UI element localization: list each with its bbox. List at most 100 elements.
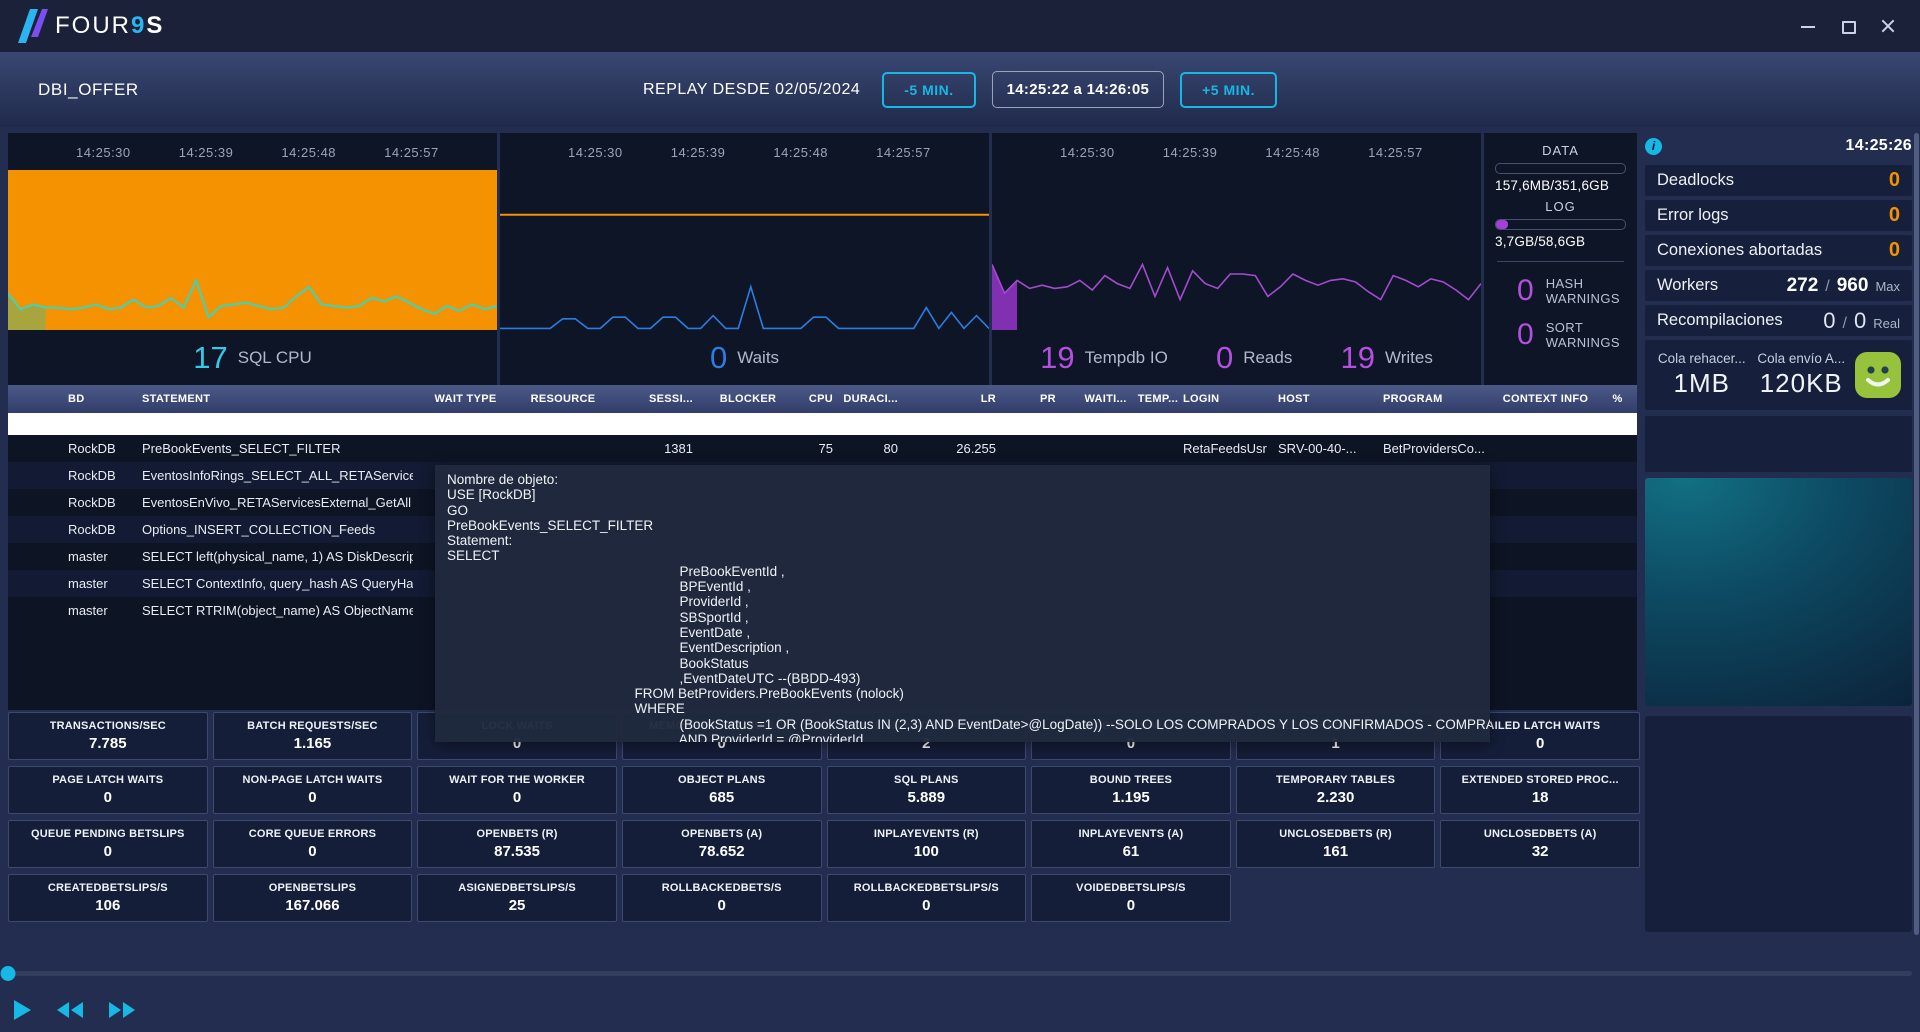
window-controls: [1800, 18, 1902, 34]
sql-cpu-label: SQL CPU: [238, 348, 312, 368]
metric-label: UNCLOSEDBETS (A): [1484, 828, 1597, 840]
column-header-waiti-[interactable]: WAITI...: [1078, 393, 1133, 405]
column-header--[interactable]: %: [1598, 393, 1637, 405]
column-header-lr[interactable]: LR: [918, 393, 1018, 405]
metric-tile: OPENBETS (R)87.535: [417, 820, 617, 868]
timeline-thumb[interactable]: [1, 966, 16, 981]
column-header-pr[interactable]: PR: [1018, 393, 1078, 405]
waits-caption: 0 Waits: [500, 330, 989, 385]
table-row[interactable]: RockDBPreBookEvents_SELECT_FILTER1381758…: [8, 435, 1637, 462]
metric-value: 100: [914, 843, 939, 860]
metric-value: 0: [718, 897, 726, 914]
column-header-duraci-[interactable]: DURACI...: [843, 393, 918, 405]
workers-current: 272: [1787, 275, 1819, 297]
column-header-context-info[interactable]: CONTEXT INFO: [1493, 393, 1598, 405]
sql-statement-tooltip: Nombre de objeto:USE [RockDB]GOPreBookEv…: [435, 465, 1490, 742]
current-time: 14:25:26: [1846, 137, 1912, 155]
metric-value: 7.785: [89, 735, 127, 752]
metric-label: ROLLBACKEDBETS/S: [662, 882, 782, 894]
hash-warnings-label: HASH WARNINGS: [1546, 276, 1626, 306]
replay-timeline[interactable]: [8, 966, 1912, 981]
maximize-icon[interactable]: [1840, 18, 1856, 34]
metric-value: 0: [922, 897, 930, 914]
cell: 75: [783, 441, 843, 456]
stat-row: Conexiones abortadas0: [1645, 235, 1912, 266]
metric-value: 25: [509, 897, 526, 914]
fast-forward-button[interactable]: [109, 1002, 135, 1018]
metric-label: CORE QUEUE ERRORS: [249, 828, 376, 840]
logo-four: FOUR: [55, 12, 131, 39]
workers-separator: /: [1825, 278, 1829, 296]
sql-text-line: PreBookEventId ,: [447, 564, 1490, 579]
plus-5-min-button[interactable]: +5 MIN.: [1180, 72, 1277, 108]
stat-label: Deadlocks: [1657, 171, 1734, 190]
send-queue: Cola envío A... 120KB: [1755, 351, 1849, 399]
recompiles-suffix: Real: [1873, 316, 1900, 331]
recompiles-values: 0 / 0 Real: [1823, 308, 1900, 334]
log-usage-value: 3,7GB/58,6GB: [1495, 234, 1626, 249]
hash-warnings: 0 HASH WARNINGS: [1495, 274, 1626, 308]
column-header-cpu[interactable]: CPU: [783, 393, 843, 405]
disks-panel: [1645, 716, 1912, 932]
selected-row[interactable]: [8, 413, 1637, 435]
metric-label: OPENBETS (R): [476, 828, 557, 840]
stat-value: 0: [1889, 204, 1900, 227]
time-tick: 14:25:39: [671, 145, 726, 160]
info-icon[interactable]: i: [1645, 138, 1662, 155]
time-range-button[interactable]: 14:25:22 a 14:26:05: [992, 71, 1164, 108]
replay-toolbar: DBI_OFFER REPLAY DESDE 02/05/2024 -5 MIN…: [0, 52, 1920, 127]
sql-text-line: BookStatus: [447, 656, 1490, 671]
reads-value: 0: [1216, 340, 1233, 376]
data-usage-value: 157,6MB/351,6GB: [1495, 178, 1626, 193]
tempdb-io-chart-panel: 14:25:3014:25:3914:25:4814:25:57 19 Temp…: [992, 133, 1481, 385]
recompiles-row: Recompilaciones 0 / 0 Real: [1645, 305, 1912, 336]
scrollbar[interactable]: [1914, 133, 1919, 935]
metric-value: 1.195: [1112, 789, 1150, 806]
column-header-wait-type[interactable]: WAIT TYPE: [413, 393, 518, 405]
sql-text-line: ,EventDateUTC --(BBDD-493): [447, 671, 1490, 686]
column-header-statement[interactable]: STATEMENT: [118, 393, 413, 405]
cell: RockDB: [8, 468, 118, 483]
time-tick: 14:25:57: [384, 145, 439, 160]
log-usage-fill: [1496, 220, 1508, 229]
tempdb-io-metric: 19 Tempdb IO: [1040, 340, 1168, 376]
timeline-track[interactable]: [8, 971, 1912, 976]
metric-label: SQL PLANS: [894, 774, 959, 786]
rewind-button[interactable]: [57, 1002, 83, 1018]
sql-text-line: Nombre de objeto:: [447, 472, 1490, 487]
tempdb-caption: 19 Tempdb IO 0 Reads 19 Writes: [992, 330, 1481, 385]
table-header: BDSTATEMENTWAIT TYPERESOURCESESSI...BLOC…: [8, 385, 1637, 413]
metric-value: 0: [308, 789, 316, 806]
workers-row: Workers 272 / 960 Max: [1645, 270, 1912, 301]
writes-label: Writes: [1385, 348, 1433, 368]
metric-value: 106: [95, 897, 120, 914]
sql-text-line: (BookStatus =1 OR (BookStatus IN (2,3) A…: [447, 717, 1490, 732]
metric-tile: QUEUE PENDING BETSLIPS0: [8, 820, 208, 868]
metric-value: 32: [1532, 843, 1549, 860]
column-header-temp-[interactable]: TEMP...: [1133, 393, 1183, 405]
column-header-host[interactable]: HOST: [1278, 393, 1383, 405]
minus-5-min-button[interactable]: -5 MIN.: [882, 72, 975, 108]
lightning-bolt-icon: [18, 9, 48, 43]
stat-label: Error logs: [1657, 206, 1729, 225]
minimize-icon[interactable]: [1800, 18, 1816, 34]
close-icon[interactable]: [1880, 18, 1896, 34]
metric-label: ASIGNEDBETSLIPS/S: [458, 882, 576, 894]
metric-tile: OPENBETS (A)78.652: [622, 820, 822, 868]
cell: SRV-00-40-...: [1278, 441, 1383, 456]
time-tick: 14:25:57: [1368, 145, 1423, 160]
column-header-sessi-[interactable]: SESSI...: [608, 393, 713, 405]
waits-plot: [500, 170, 989, 330]
column-header-login[interactable]: LOGIN: [1183, 393, 1278, 405]
column-header-program[interactable]: PROGRAM: [1383, 393, 1493, 405]
metric-value: 1.165: [294, 735, 332, 752]
metric-value: 0: [1127, 897, 1135, 914]
replay-controls: REPLAY DESDE 02/05/2024 -5 MIN. 14:25:22…: [643, 52, 1277, 127]
column-header-blocker[interactable]: BLOCKER: [713, 393, 783, 405]
cell: SELECT RTRIM(object_name) AS ObjectName.…: [118, 603, 413, 618]
play-button[interactable]: [14, 1000, 31, 1020]
column-header-resource[interactable]: RESOURCE: [518, 393, 608, 405]
sql-text-line: AND ProviderId = @ProviderId: [447, 732, 1490, 742]
writes-value: 19: [1341, 340, 1375, 376]
column-header-bd[interactable]: BD: [8, 393, 118, 405]
